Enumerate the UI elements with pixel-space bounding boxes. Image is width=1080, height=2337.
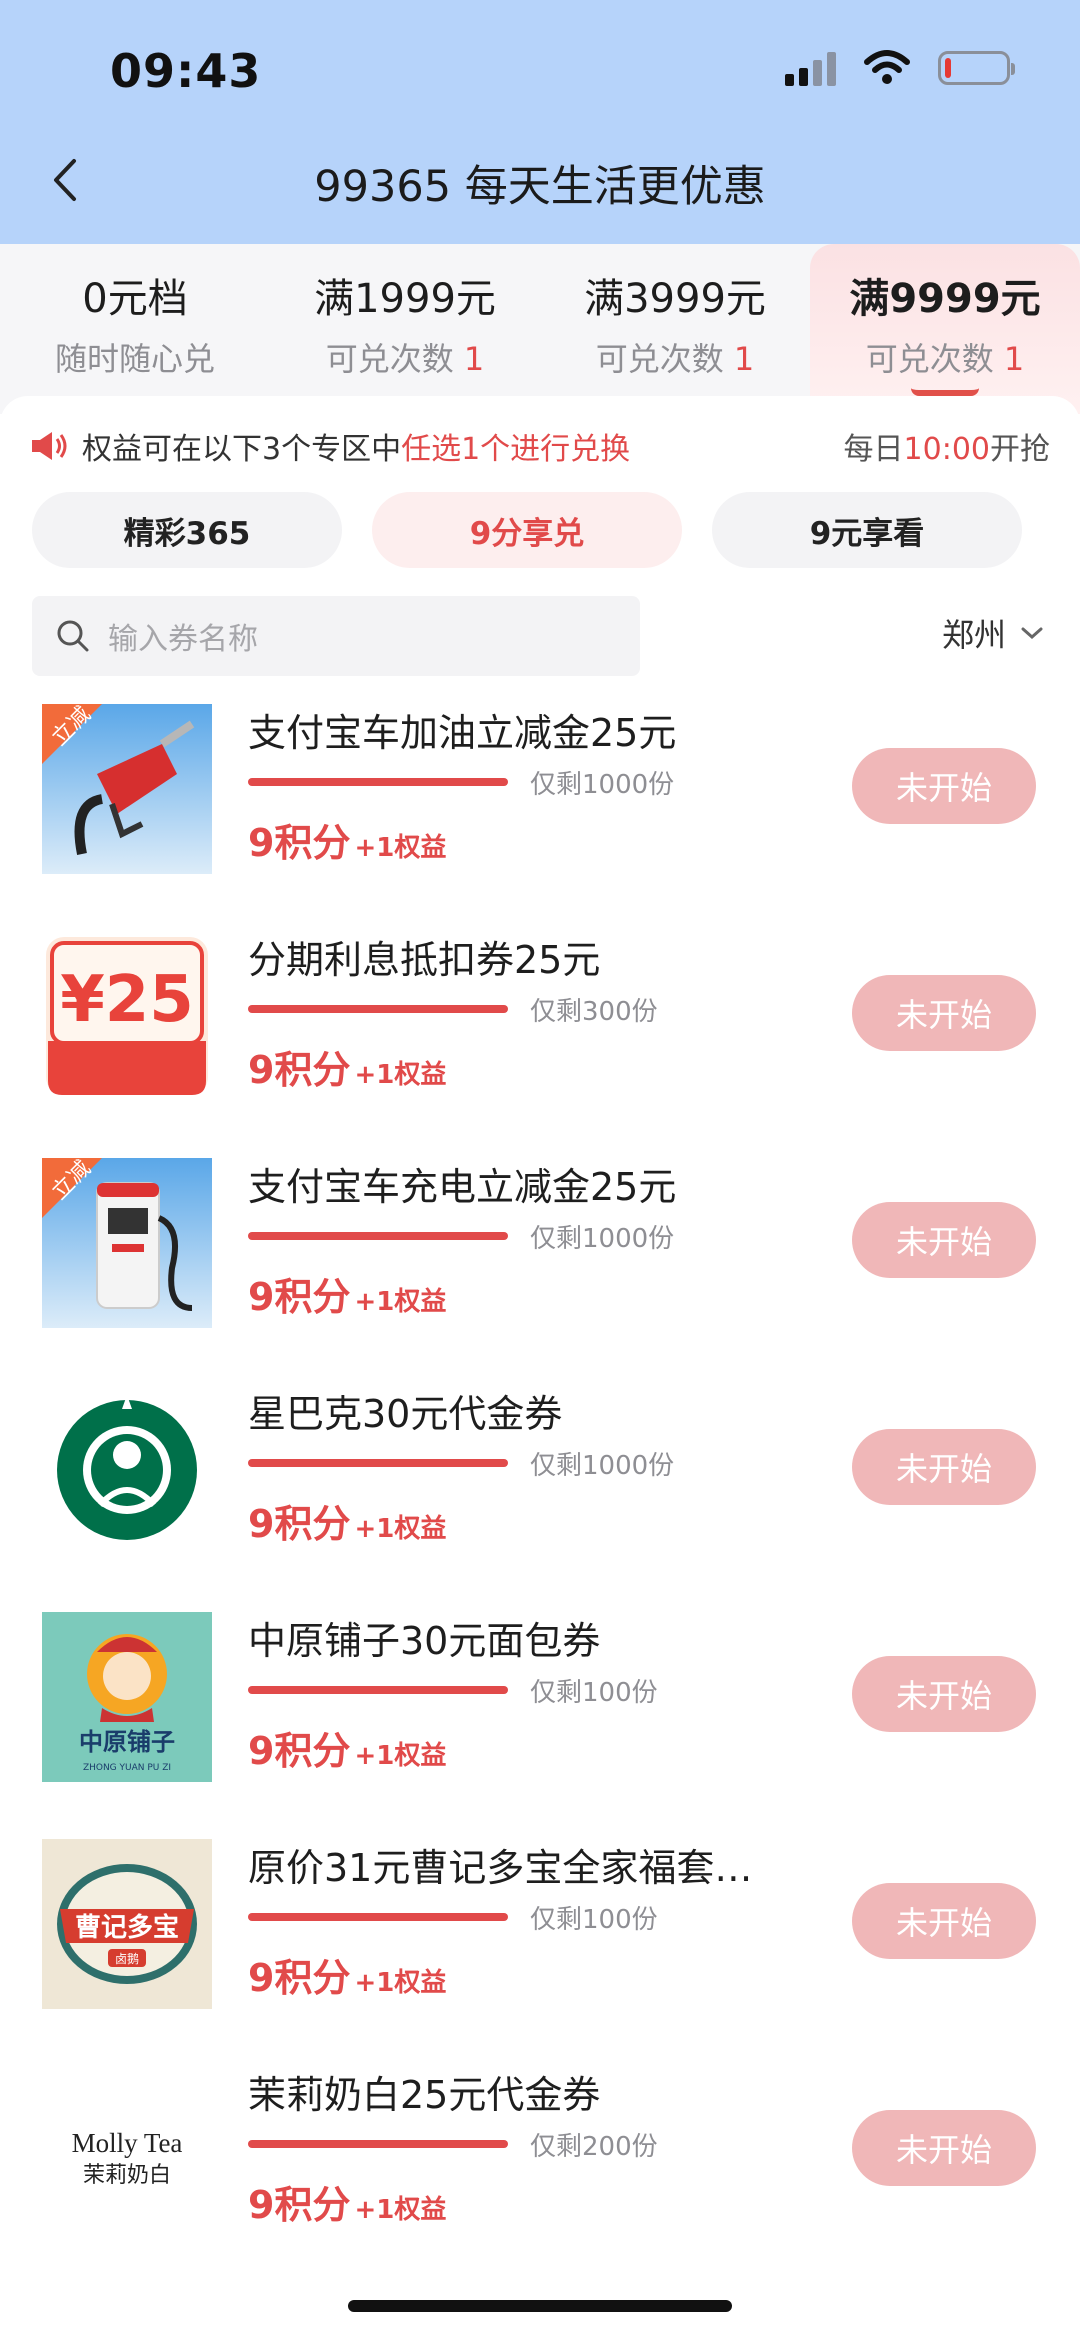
item-price: 9积分 +1权益 [248, 1048, 447, 1092]
item-price: 9积分 +1权益 [248, 1956, 447, 2000]
svg-text:ZHONG YUAN PU ZI: ZHONG YUAN PU ZI [83, 1763, 171, 1773]
ev-charger-icon: 立减 [42, 1158, 212, 1328]
city-selector[interactable]: 郑州 [942, 610, 1044, 656]
cellular-signal-icon [785, 50, 836, 86]
not-started-button[interactable]: 未开始 [852, 1202, 1036, 1278]
wifi-icon [864, 50, 910, 84]
tier-title: 满3999元 [584, 276, 766, 322]
svg-text:¥25: ¥25 [60, 963, 194, 1037]
not-started-button[interactable]: 未开始 [852, 1883, 1036, 1959]
active-tab-indicator [911, 388, 979, 396]
item-name: 中原铺子30元面包券 [248, 1619, 601, 1663]
speaker-icon [32, 432, 67, 460]
not-started-button[interactable]: 未开始 [852, 975, 1036, 1051]
chevron-down-icon [1021, 627, 1043, 640]
stock-bar [248, 1232, 508, 1240]
zone-9yuan[interactable]: 9元享看 [712, 492, 1022, 568]
list-item[interactable]: Molly Tea 茉莉奶白 茉莉奶白25元代金券 仅剩200份 9积分 +1权益… [0, 2062, 1080, 2289]
list-item[interactable]: 中原铺子 ZHONG YUAN PU ZI 中原铺子30元面包券 仅剩100份 … [0, 1608, 1080, 1835]
stock-bar [248, 1913, 508, 1921]
tier-title: 0元档 [82, 276, 188, 322]
list-item[interactable]: 星巴克30元代金券 仅剩1000份 9积分 +1权益 未开始 [0, 1381, 1080, 1608]
svg-text:卤鹅: 卤鹅 [115, 1952, 139, 1966]
item-price: 9积分 +1权益 [248, 1275, 447, 1319]
not-started-button[interactable]: 未开始 [852, 1656, 1036, 1732]
item-price: 9积分 +1权益 [248, 821, 447, 865]
not-started-button[interactable]: 未开始 [852, 748, 1036, 824]
status-icons [785, 50, 1015, 86]
item-remaining: 仅剩200份 [530, 2132, 658, 2162]
search-icon [57, 620, 89, 652]
item-name: 原价31元曹记多宝全家福套… [248, 1846, 753, 1890]
zone-jingcai365[interactable]: 精彩365 [32, 492, 342, 568]
notice-bar: 权益可在以下3个专区中 任选1个进行兑换 每日10:00开抢 [30, 424, 1050, 468]
list-item[interactable]: 曹记多宝 卤鹅 原价31元曹记多宝全家福套… 仅剩100份 9积分 +1权益 未开… [0, 1835, 1080, 2062]
stock-bar [248, 778, 508, 786]
item-price: 9积分 +1权益 [248, 2183, 447, 2227]
zone-selector: 精彩365 9分享兑 9元享看 [32, 492, 1048, 568]
item-remaining: 仅剩1000份 [530, 770, 675, 800]
battery-icon [938, 51, 1015, 85]
notice-text: 权益可在以下3个专区中 [82, 432, 402, 467]
item-remaining: 仅剩100份 [530, 1678, 658, 1708]
item-name: 星巴克30元代金券 [248, 1392, 563, 1436]
tab-tier-3999[interactable]: 满3999元 可兑次数 1 [540, 244, 810, 414]
list-item[interactable]: 立减 支付宝车加油立减金25元 仅剩1000份 9积分 +1权益 未开始 [0, 700, 1080, 927]
molly-tea-logo: Molly Tea 茉莉奶白 [42, 2066, 212, 2236]
tier-title: 满9999元 [849, 276, 1041, 322]
not-started-button[interactable]: 未开始 [852, 1429, 1036, 1505]
item-name: 茉莉奶白25元代金券 [248, 2073, 601, 2117]
search-placeholder: 输入券名称 [108, 622, 258, 657]
coupon-25-icon: ¥25 [42, 931, 212, 1101]
item-name: 分期利息抵扣券25元 [248, 938, 601, 982]
tier-subtitle: 可兑次数 1 [325, 340, 485, 378]
tab-tier-1999[interactable]: 满1999元 可兑次数 1 [270, 244, 540, 414]
item-name: 支付宝车充电立减金25元 [248, 1165, 677, 1209]
stock-bar [248, 1005, 508, 1013]
zone-9fen[interactable]: 9分享兑 [372, 492, 682, 568]
starbucks-logo [42, 1385, 212, 1555]
tier-count: 1 [1003, 340, 1025, 378]
tier-subtitle: 随时随心兑 [54, 340, 215, 378]
fuel-nozzle-icon: 立减 [42, 704, 212, 874]
item-remaining: 仅剩1000份 [530, 1451, 675, 1481]
home-indicator[interactable] [348, 2300, 732, 2312]
top-header: 09:43 99365 每天生活更优惠 [0, 0, 1080, 244]
svg-text:中原铺子: 中原铺子 [79, 1728, 175, 1756]
notice-highlight: 任选1个进行兑换 [401, 432, 631, 467]
item-price: 9积分 +1权益 [248, 1729, 447, 1773]
not-started-button[interactable]: 未开始 [852, 2110, 1036, 2186]
tab-tier-9999[interactable]: 满9999元 可兑次数 1 [810, 244, 1080, 414]
tier-title: 满1999元 [314, 276, 496, 322]
svg-text:曹记多宝: 曹记多宝 [75, 1912, 179, 1943]
tab-tier-0[interactable]: 0元档 随时随心兑 [0, 244, 270, 414]
item-remaining: 仅剩300份 [530, 997, 658, 1027]
status-time: 09:43 [110, 44, 262, 98]
stock-bar [248, 1686, 508, 1694]
daily-time-text: 每日10:00开抢 [843, 432, 1050, 467]
item-price: 9积分 +1权益 [248, 1502, 447, 1546]
caoji-duobao-logo: 曹记多宝 卤鹅 [42, 1839, 212, 2009]
item-remaining: 仅剩100份 [530, 1905, 658, 1935]
search-input[interactable]: 输入券名称 [32, 596, 640, 676]
tier-tabs: 0元档 随时随心兑 满1999元 可兑次数 1 满3999元 可兑次数 1 满9… [0, 244, 1080, 414]
svg-text:茉莉奶白: 茉莉奶白 [83, 2163, 171, 2188]
stock-bar [248, 1459, 508, 1467]
zhongyuan-puzi-logo: 中原铺子 ZHONG YUAN PU ZI [42, 1612, 212, 1782]
page-title: 99365 每天生活更优惠 [314, 162, 766, 212]
voucher-list: 立减 支付宝车加油立减金25元 仅剩1000份 9积分 +1权益 未开始 ¥25 … [0, 700, 1080, 2289]
tier-subtitle: 可兑次数 1 [595, 340, 755, 378]
tier-count: 1 [463, 340, 485, 378]
item-remaining: 仅剩1000份 [530, 1224, 675, 1254]
svg-text:Molly Tea: Molly Tea [72, 2128, 183, 2158]
stock-bar [248, 2140, 508, 2148]
tier-subtitle: 可兑次数 1 [865, 340, 1025, 378]
list-item[interactable]: 立减 支付宝车充电立减金25元 仅剩1000份 9积分 +1权益 未开始 [0, 1154, 1080, 1381]
tier-count: 1 [733, 340, 755, 378]
city-label: 郑州 [941, 616, 1006, 654]
item-name: 支付宝车加油立减金25元 [248, 711, 677, 755]
list-item[interactable]: ¥25 分期利息抵扣券25元 仅剩300份 9积分 +1权益 未开始 [0, 927, 1080, 1154]
